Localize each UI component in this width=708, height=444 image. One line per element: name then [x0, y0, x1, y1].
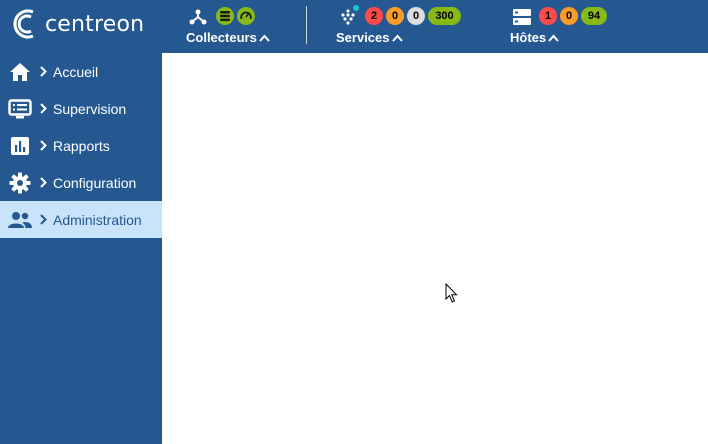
- sidebar-item-label: Supervision: [53, 100, 127, 117]
- sidebar-item-rapports[interactable]: Rapports: [0, 127, 162, 164]
- centreon-logo-icon: [13, 9, 34, 39]
- bar-chart-icon: [8, 134, 32, 158]
- users-icon: [8, 208, 32, 232]
- services-section[interactable]: 2 0 0 300 Services: [336, 5, 466, 49]
- header-divider: [306, 6, 307, 44]
- services-warning-badge[interactable]: 0: [386, 7, 404, 25]
- chevron-right-icon: [39, 66, 51, 77]
- centreon-logo[interactable]: centreon: [11, 8, 144, 40]
- services-critical-badge[interactable]: 2: [365, 7, 383, 25]
- chevron-up-icon: [548, 34, 559, 42]
- hosts-unreachable-badge[interactable]: 0: [560, 7, 578, 25]
- sidebar-item-accueil[interactable]: Accueil: [0, 53, 162, 90]
- hosts-section[interactable]: 1 0 94 Hôtes: [510, 5, 620, 49]
- gear-icon: [8, 171, 32, 195]
- chevron-right-icon: [39, 103, 51, 114]
- main-content: [162, 53, 708, 444]
- hosts-down-badge[interactable]: 1: [539, 7, 557, 25]
- pollers-section[interactable]: Collecteurs: [186, 5, 296, 49]
- sidebar-item-administration[interactable]: Administration: [0, 201, 162, 238]
- sidebar-item-label: Configuration: [53, 174, 137, 191]
- chevron-right-icon: [39, 214, 51, 225]
- home-icon: [8, 60, 32, 84]
- sidebar-item-supervision[interactable]: Supervision: [0, 90, 162, 127]
- latency-status-icon[interactable]: [237, 7, 255, 25]
- services-ok-badge[interactable]: 300: [428, 7, 461, 25]
- sidebar: Accueil Supervision Rapports Configurati…: [0, 53, 162, 444]
- services-icon: [341, 5, 359, 25]
- chevron-up-icon: [259, 34, 270, 42]
- hosts-up-badge[interactable]: 94: [581, 7, 607, 25]
- database-status-icon[interactable]: [216, 7, 234, 25]
- chevron-right-icon: [39, 140, 51, 151]
- services-unknown-badge[interactable]: 0: [407, 7, 425, 25]
- hosts-label: Hôtes: [510, 30, 547, 45]
- chevron-right-icon: [39, 177, 51, 188]
- pollers-icon: [189, 9, 207, 25]
- sidebar-item-configuration[interactable]: Configuration: [0, 164, 162, 201]
- logo-text: centreon: [45, 11, 145, 37]
- server-icon: [513, 9, 531, 25]
- services-label: Services: [336, 30, 390, 45]
- sidebar-item-label: Rapports: [53, 137, 110, 154]
- monitor-icon: [8, 97, 32, 121]
- sidebar-item-label: Administration: [53, 211, 142, 228]
- chevron-up-icon: [391, 34, 403, 42]
- mouse-cursor-icon: [445, 283, 458, 303]
- sidebar-item-label: Accueil: [53, 63, 99, 80]
- top-header: centreon Collecteurs 2 0 0 300 Services …: [0, 0, 708, 53]
- pollers-label: Collecteurs: [186, 30, 257, 45]
